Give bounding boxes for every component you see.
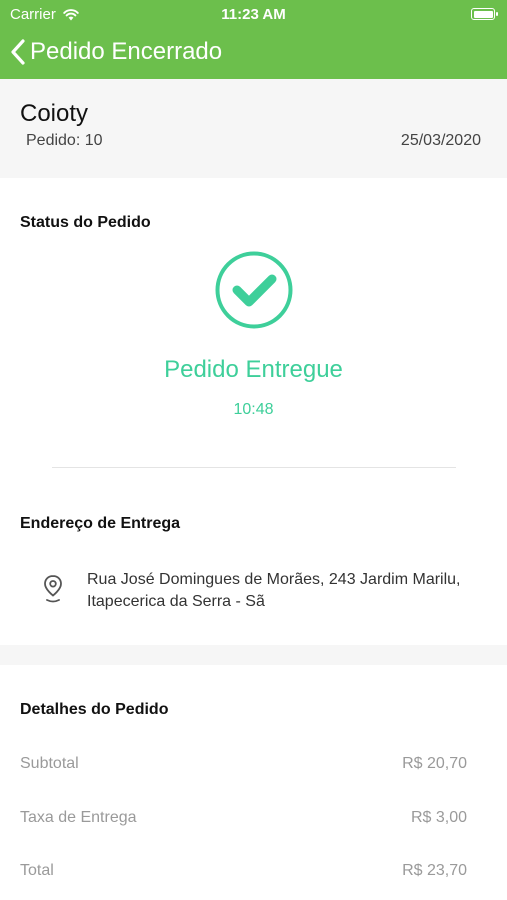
order-number: Pedido: 10 bbox=[26, 132, 103, 149]
page-title: Pedido Encerrado bbox=[30, 38, 223, 65]
section-separator bbox=[0, 645, 507, 665]
delivery-fee-label: Taxa de Entrega bbox=[20, 809, 137, 826]
details-section-title: Detalhes do Pedido bbox=[20, 701, 169, 718]
status-label: Pedido Entregue bbox=[164, 356, 343, 383]
delivery-address: Rua José Domingues de Morães, 243 Jardim… bbox=[87, 571, 461, 610]
status-section-title: Status do Pedido bbox=[20, 214, 151, 231]
back-button[interactable]: Pedido Encerrado bbox=[10, 36, 222, 68]
order-header: Coioty bbox=[0, 79, 507, 178]
total-value: R$ 23,70 bbox=[402, 862, 467, 879]
location-pin-icon bbox=[44, 575, 62, 603]
divider bbox=[52, 467, 456, 468]
subtotal-label: Subtotal bbox=[20, 755, 79, 772]
check-circle-icon bbox=[215, 251, 293, 329]
status-time-value: 10:48 bbox=[233, 401, 274, 418]
order-date: 25/03/2020 bbox=[400, 132, 481, 149]
chevron-left-icon bbox=[11, 39, 25, 65]
battery-fill bbox=[473, 10, 493, 18]
delivery-fee-value: R$ 3,00 bbox=[410, 809, 467, 826]
status-time: 11:23 AM bbox=[221, 6, 286, 23]
total-label: Total bbox=[20, 862, 54, 879]
store-name: Coioty bbox=[20, 100, 89, 127]
delivery-section-title: Endereço de Entrega bbox=[20, 515, 181, 532]
subtotal-value: R$ 20,70 bbox=[402, 755, 467, 772]
top-bar: Carrier 11:23 AM Pedido Encerrado bbox=[0, 0, 507, 79]
battery-icon bbox=[471, 8, 498, 20]
